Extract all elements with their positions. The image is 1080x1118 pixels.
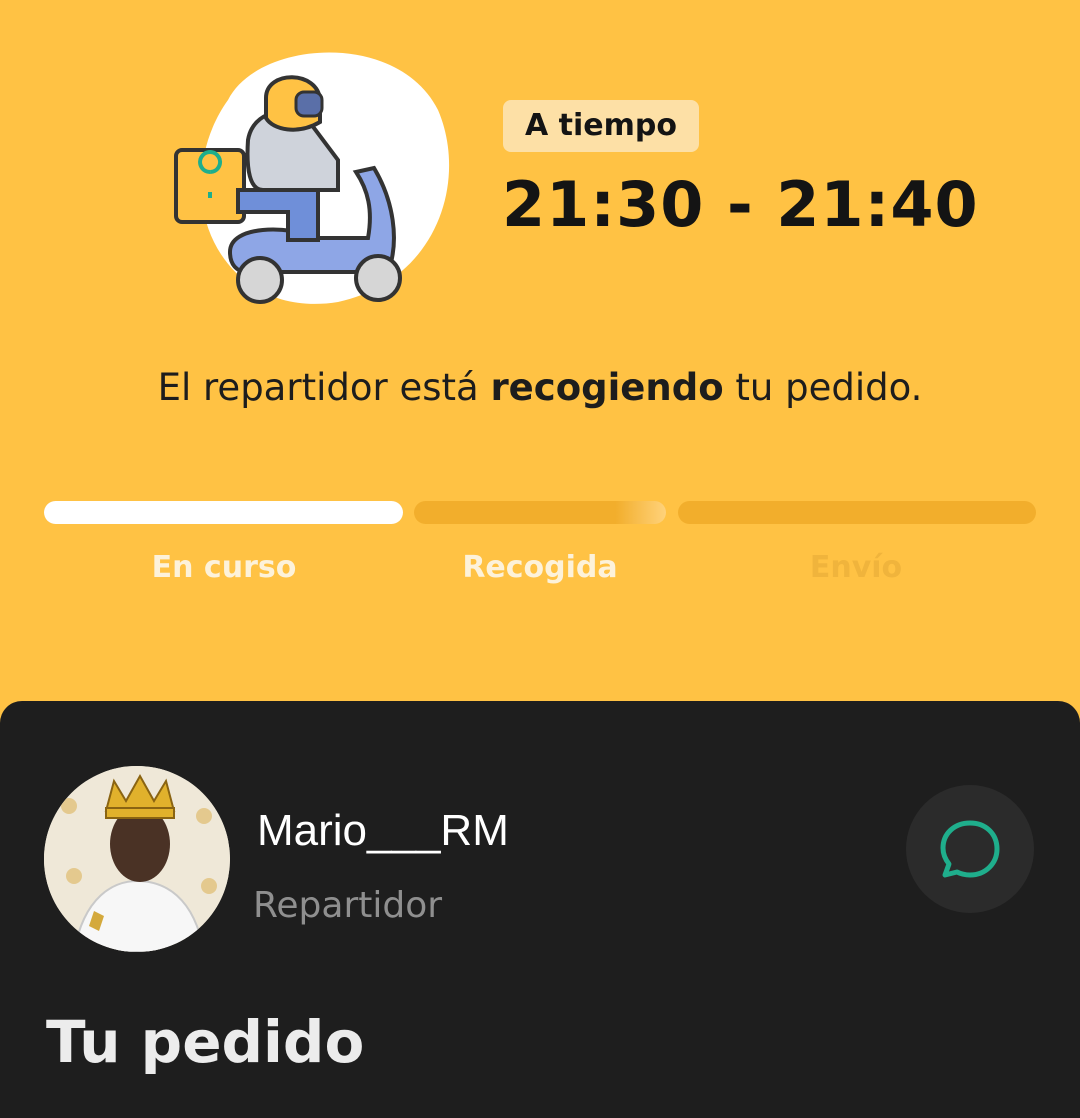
order-section-title: Tu pedido — [46, 1008, 365, 1076]
on-time-badge: A tiempo — [503, 100, 699, 152]
avatar-image — [44, 766, 230, 952]
avatar[interactable] — [44, 766, 230, 952]
status-header: A tiempo 21:30 - 21:40 El repartidor est… — [0, 0, 1080, 705]
delivery-scooter-icon — [174, 52, 450, 304]
eta-time-range: 21:30 - 21:40 — [502, 168, 979, 241]
chat-button[interactable] — [906, 785, 1034, 913]
courier-role: Repartidor — [253, 885, 443, 926]
status-message-bold: recogiendo — [490, 366, 724, 409]
progress-segment-envio — [678, 501, 1036, 524]
step-label-envio: Envío — [809, 550, 903, 585]
chat-bubble-icon — [940, 820, 1000, 878]
courier-name: Mario___RM — [257, 806, 509, 855]
step-label-en-curso: En curso — [151, 550, 297, 585]
step-label-recogida: Recogida — [462, 550, 618, 585]
order-tracking-screen: A tiempo 21:30 - 21:40 El repartidor est… — [0, 0, 1080, 1118]
status-message-suffix: tu pedido. — [735, 366, 923, 409]
status-message-prefix: El repartidor está — [157, 366, 479, 409]
progress-segment-en-curso — [44, 501, 403, 524]
delivery-status-message: El repartidor está recogiendo tu pedido. — [0, 366, 1080, 409]
progress-fill — [44, 501, 403, 524]
progress-segment-recogida — [414, 501, 666, 524]
